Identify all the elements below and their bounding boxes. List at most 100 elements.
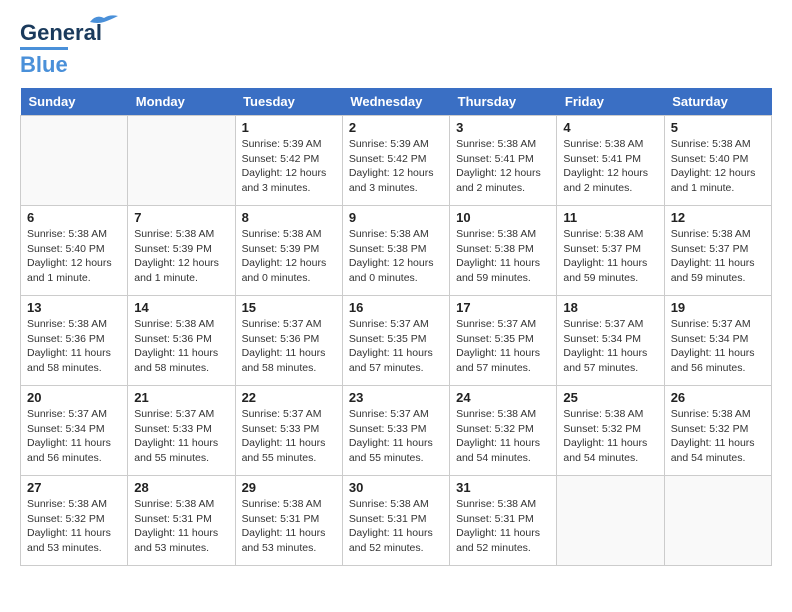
calendar-cell: 19 Sunrise: 5:37 AM Sunset: 5:34 PM Dayli… <box>664 296 771 386</box>
calendar-cell: 13Sunrise: 5:38 AM Sunset: 5:36 PM Dayli… <box>21 296 128 386</box>
calendar-cell: 7 Sunrise: 5:38 AM Sunset: 5:39 PM Daylig… <box>128 206 235 296</box>
day-number: 28 <box>134 480 228 495</box>
day-number: 13 <box>27 300 121 315</box>
calendar-cell: 28 Sunrise: 5:38 AM Sunset: 5:31 PM Dayli… <box>128 476 235 566</box>
calendar-cell <box>128 116 235 206</box>
calendar-cell: 21 Sunrise: 5:37 AM Sunset: 5:33 PM Dayli… <box>128 386 235 476</box>
day-number: 31 <box>456 480 550 495</box>
day-info: Sunrise: 5:38 AM Sunset: 5:31 PM Dayligh… <box>134 497 228 556</box>
calendar-cell: 9 Sunrise: 5:38 AM Sunset: 5:38 PM Daylig… <box>342 206 449 296</box>
day-info: Sunrise: 5:37 AM Sunset: 5:33 PM Dayligh… <box>134 407 228 466</box>
calendar-cell: 29 Sunrise: 5:38 AM Sunset: 5:31 PM Dayli… <box>235 476 342 566</box>
day-number: 27 <box>27 480 121 495</box>
calendar-cell: 2 Sunrise: 5:39 AM Sunset: 5:42 PM Daylig… <box>342 116 449 206</box>
calendar-cell: 15Sunrise: 5:37 AM Sunset: 5:36 PM Dayli… <box>235 296 342 386</box>
week-row-2: 6 Sunrise: 5:38 AM Sunset: 5:40 PM Daylig… <box>21 206 772 296</box>
day-info: Sunrise: 5:38 AM Sunset: 5:31 PM Dayligh… <box>242 497 336 556</box>
day-info: Sunrise: 5:38 AM Sunset: 5:41 PM Dayligh… <box>456 137 550 196</box>
day-number: 3 <box>456 120 550 135</box>
column-header-saturday: Saturday <box>664 88 771 116</box>
calendar-cell: 22 Sunrise: 5:37 AM Sunset: 5:33 PM Dayli… <box>235 386 342 476</box>
calendar-cell: 24 Sunrise: 5:38 AM Sunset: 5:32 PM Dayli… <box>450 386 557 476</box>
calendar-cell: 17Sunrise: 5:37 AM Sunset: 5:35 PM Dayli… <box>450 296 557 386</box>
calendar-cell: 11 Sunrise: 5:38 AM Sunset: 5:37 PM Dayli… <box>557 206 664 296</box>
logo-bird-icon <box>88 12 120 28</box>
day-info: Sunrise: 5:39 AM Sunset: 5:42 PM Dayligh… <box>349 137 443 196</box>
day-info: Sunrise: 5:37 AM Sunset: 5:34 PM Dayligh… <box>671 317 765 376</box>
day-info: Sunrise: 5:38 AM Sunset: 5:38 PM Dayligh… <box>349 227 443 286</box>
day-number: 6 <box>27 210 121 225</box>
day-number: 29 <box>242 480 336 495</box>
day-info: Sunrise: 5:38 AM Sunset: 5:32 PM Dayligh… <box>27 497 121 556</box>
calendar-cell <box>557 476 664 566</box>
day-info: Sunrise: 5:38 AM Sunset: 5:32 PM Dayligh… <box>563 407 657 466</box>
day-number: 7 <box>134 210 228 225</box>
day-info: Sunrise: 5:38 AM Sunset: 5:32 PM Dayligh… <box>671 407 765 466</box>
logo-blue-text: Blue <box>20 47 68 77</box>
day-info: Sunrise: 5:38 AM Sunset: 5:39 PM Dayligh… <box>134 227 228 286</box>
calendar-cell: 4 Sunrise: 5:38 AM Sunset: 5:41 PM Daylig… <box>557 116 664 206</box>
calendar-cell <box>21 116 128 206</box>
calendar-cell: 23Sunrise: 5:37 AM Sunset: 5:33 PM Dayli… <box>342 386 449 476</box>
calendar-cell: 5 Sunrise: 5:38 AM Sunset: 5:40 PM Daylig… <box>664 116 771 206</box>
calendar-cell: 14 Sunrise: 5:38 AM Sunset: 5:36 PM Dayli… <box>128 296 235 386</box>
day-number: 14 <box>134 300 228 315</box>
day-number: 1 <box>242 120 336 135</box>
day-number: 26 <box>671 390 765 405</box>
day-info: Sunrise: 5:38 AM Sunset: 5:37 PM Dayligh… <box>563 227 657 286</box>
day-info: Sunrise: 5:38 AM Sunset: 5:36 PM Dayligh… <box>134 317 228 376</box>
day-info: Sunrise: 5:39 AM Sunset: 5:42 PM Dayligh… <box>242 137 336 196</box>
column-header-wednesday: Wednesday <box>342 88 449 116</box>
day-info: Sunrise: 5:37 AM Sunset: 5:35 PM Dayligh… <box>456 317 550 376</box>
day-info: Sunrise: 5:37 AM Sunset: 5:34 PM Dayligh… <box>563 317 657 376</box>
day-info: Sunrise: 5:38 AM Sunset: 5:32 PM Dayligh… <box>456 407 550 466</box>
calendar-table: SundayMondayTuesdayWednesdayThursdayFrid… <box>20 88 772 566</box>
day-info: Sunrise: 5:38 AM Sunset: 5:40 PM Dayligh… <box>671 137 765 196</box>
day-number: 10 <box>456 210 550 225</box>
week-row-5: 27 Sunrise: 5:38 AM Sunset: 5:32 PM Dayli… <box>21 476 772 566</box>
column-header-sunday: Sunday <box>21 88 128 116</box>
calendar-cell: 18Sunrise: 5:37 AM Sunset: 5:34 PM Dayli… <box>557 296 664 386</box>
calendar-cell: 12 Sunrise: 5:38 AM Sunset: 5:37 PM Dayli… <box>664 206 771 296</box>
calendar-cell: 27 Sunrise: 5:38 AM Sunset: 5:32 PM Dayli… <box>21 476 128 566</box>
day-number: 5 <box>671 120 765 135</box>
calendar-cell: 8 Sunrise: 5:38 AM Sunset: 5:39 PM Daylig… <box>235 206 342 296</box>
calendar-cell: 3 Sunrise: 5:38 AM Sunset: 5:41 PM Daylig… <box>450 116 557 206</box>
day-info: Sunrise: 5:38 AM Sunset: 5:41 PM Dayligh… <box>563 137 657 196</box>
column-header-monday: Monday <box>128 88 235 116</box>
day-number: 19 <box>671 300 765 315</box>
day-info: Sunrise: 5:37 AM Sunset: 5:33 PM Dayligh… <box>242 407 336 466</box>
day-number: 9 <box>349 210 443 225</box>
day-number: 8 <box>242 210 336 225</box>
column-header-tuesday: Tuesday <box>235 88 342 116</box>
day-number: 2 <box>349 120 443 135</box>
day-number: 21 <box>134 390 228 405</box>
week-row-3: 13 Sunrise: 5:38 AM Sunset: 5:36 PM Dayli… <box>21 296 772 386</box>
column-header-friday: Friday <box>557 88 664 116</box>
day-info: Sunrise: 5:37 AM Sunset: 5:36 PM Dayligh… <box>242 317 336 376</box>
calendar-cell: 16Sunrise: 5:37 AM Sunset: 5:35 PM Dayli… <box>342 296 449 386</box>
calendar-cell: 20 Sunrise: 5:37 AM Sunset: 5:34 PM Dayli… <box>21 386 128 476</box>
day-number: 30 <box>349 480 443 495</box>
logo: General Blue <box>20 20 102 78</box>
calendar-cell: 10Sunrise: 5:38 AM Sunset: 5:38 PM Dayli… <box>450 206 557 296</box>
day-number: 4 <box>563 120 657 135</box>
calendar-cell: 25 Sunrise: 5:38 AM Sunset: 5:32 PM Dayli… <box>557 386 664 476</box>
calendar-cell <box>664 476 771 566</box>
day-number: 16 <box>349 300 443 315</box>
day-info: Sunrise: 5:37 AM Sunset: 5:34 PM Dayligh… <box>27 407 121 466</box>
calendar-cell: 30 Sunrise: 5:38 AM Sunset: 5:31 PM Dayli… <box>342 476 449 566</box>
day-info: Sunrise: 5:38 AM Sunset: 5:37 PM Dayligh… <box>671 227 765 286</box>
day-number: 24 <box>456 390 550 405</box>
week-row-4: 20 Sunrise: 5:37 AM Sunset: 5:34 PM Dayli… <box>21 386 772 476</box>
day-number: 25 <box>563 390 657 405</box>
day-number: 22 <box>242 390 336 405</box>
day-number: 12 <box>671 210 765 225</box>
day-info: Sunrise: 5:38 AM Sunset: 5:31 PM Dayligh… <box>349 497 443 556</box>
day-info: Sunrise: 5:38 AM Sunset: 5:40 PM Dayligh… <box>27 227 121 286</box>
day-number: 20 <box>27 390 121 405</box>
day-info: Sunrise: 5:38 AM Sunset: 5:39 PM Dayligh… <box>242 227 336 286</box>
page-header: General Blue <box>20 20 772 78</box>
calendar-cell: 31Sunrise: 5:38 AM Sunset: 5:31 PM Dayli… <box>450 476 557 566</box>
day-number: 11 <box>563 210 657 225</box>
